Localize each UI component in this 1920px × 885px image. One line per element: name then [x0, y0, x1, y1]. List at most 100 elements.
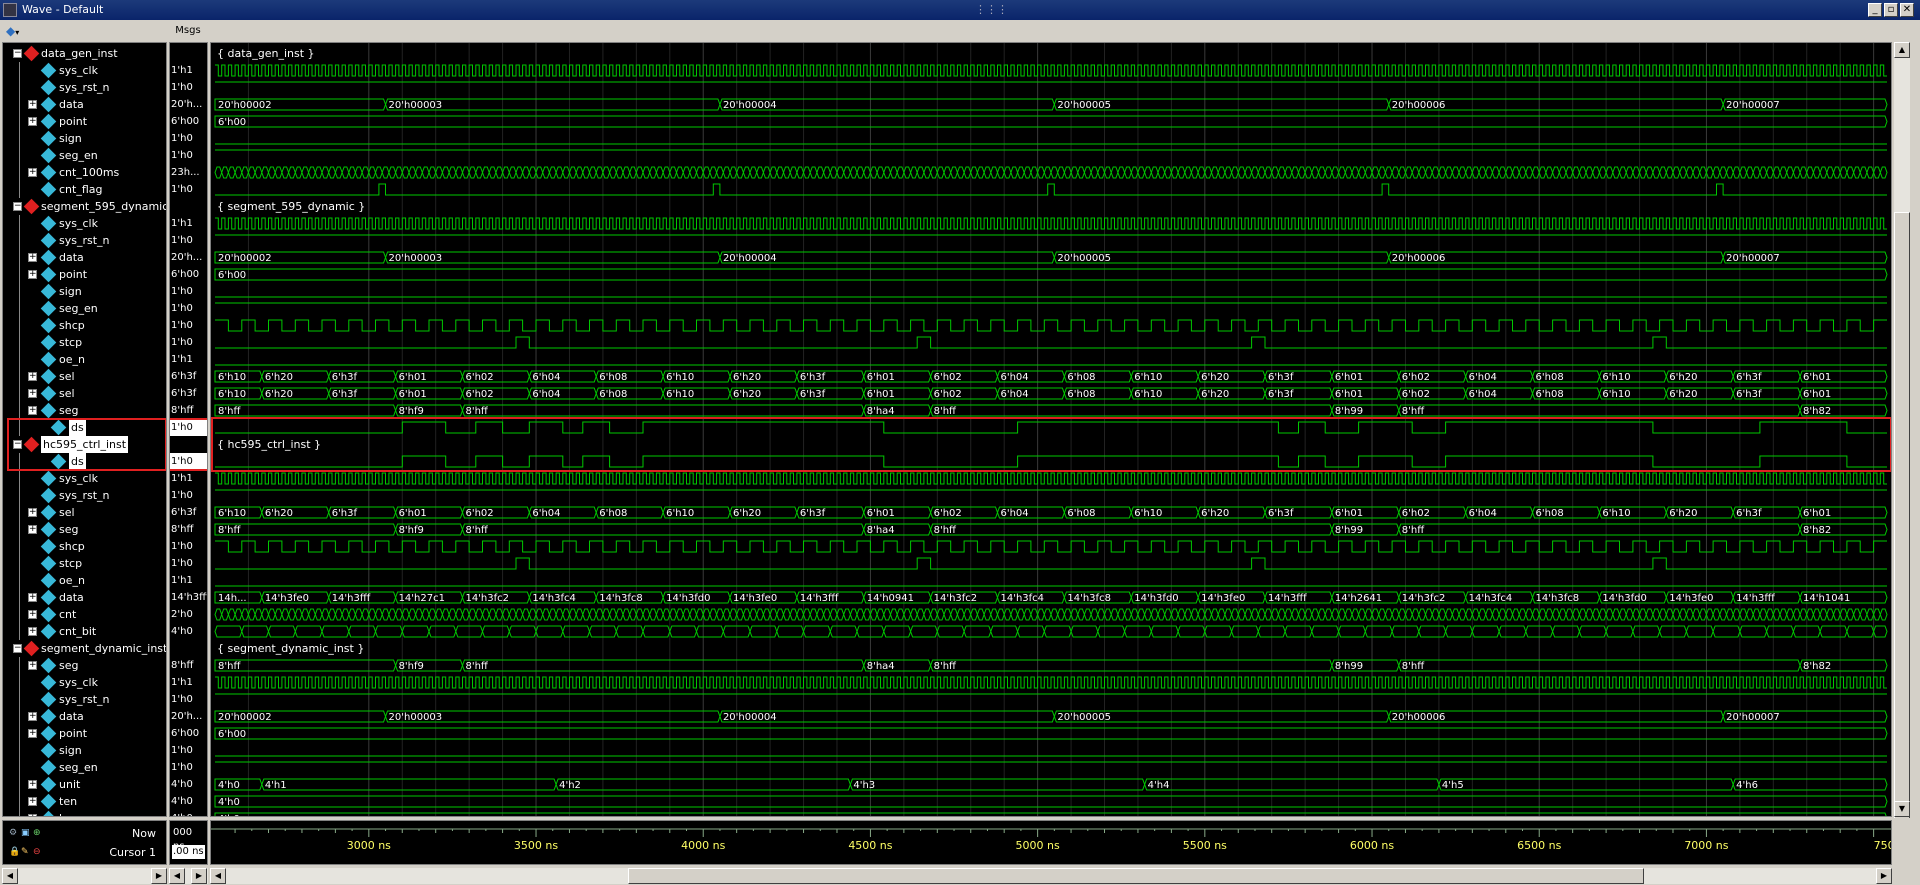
waveform-canvas[interactable]: { data_gen_inst } 20'h00002 20'h00003 20'h0…	[211, 43, 1892, 817]
expand-icon[interactable]: +	[28, 797, 37, 806]
bus-value-label: 6'h20	[1669, 372, 1697, 383]
signal-row[interactable]: sign	[3, 130, 166, 147]
expand-icon[interactable]: +	[28, 712, 37, 721]
signal-row[interactable]: ds	[3, 419, 166, 436]
name-hscrollbar[interactable]: ◀ ▶	[2, 868, 167, 884]
expand-icon[interactable]: +	[28, 661, 37, 670]
signal-row[interactable]: oe_n	[3, 572, 166, 589]
collapse-icon[interactable]: −	[13, 440, 22, 449]
signal-row[interactable]: sys_rst_n	[3, 691, 166, 708]
signal-row[interactable]: sys_clk	[3, 674, 166, 691]
signal-row[interactable]: sys_rst_n	[3, 487, 166, 504]
expand-icon[interactable]: +	[28, 389, 37, 398]
minimize-button[interactable]: _	[1868, 3, 1882, 17]
collapse-icon[interactable]: −	[13, 644, 22, 653]
signal-row[interactable]: ds	[3, 453, 166, 470]
signal-row[interactable]: sys_clk	[3, 62, 166, 79]
signal-row[interactable]: + sel	[3, 385, 166, 402]
signal-row[interactable]: stcp	[3, 334, 166, 351]
expand-icon[interactable]: +	[28, 627, 37, 636]
waveform-pane[interactable]: { data_gen_inst } 20'h00002 20'h00003 20'h0…	[210, 42, 1892, 817]
expand-icon[interactable]: +	[28, 508, 37, 517]
signal-row[interactable]: + cnt_100ms	[3, 164, 166, 181]
expand-icon[interactable]: +	[28, 117, 37, 126]
group-row[interactable]: − data_gen_inst	[3, 45, 166, 62]
signal-row[interactable]: + cnt	[3, 606, 166, 623]
scroll-left-arrow-icon[interactable]: ◀	[2, 868, 18, 884]
signal-row[interactable]: + seg	[3, 657, 166, 674]
group-row[interactable]: − hc595_ctrl_inst	[3, 436, 166, 453]
value-hscrollbar[interactable]: ◀ ▶	[169, 868, 208, 884]
signal-row[interactable]: sys_rst_n	[3, 79, 166, 96]
signal-row[interactable]: + cnt_bit	[3, 623, 166, 640]
signal-row[interactable]: stcp	[3, 555, 166, 572]
signal-row[interactable]: + point	[3, 113, 166, 130]
group-row[interactable]: − segment_dynamic_inst	[3, 640, 166, 657]
scroll-right-arrow-icon[interactable]: ▶	[191, 868, 207, 884]
signal-row[interactable]: + sel	[3, 504, 166, 521]
signal-row[interactable]: shcp	[3, 538, 166, 555]
expand-icon[interactable]: +	[28, 372, 37, 381]
expand-icon[interactable]: +	[28, 100, 37, 109]
expand-icon[interactable]: +	[28, 406, 37, 415]
expand-icon[interactable]: +	[28, 610, 37, 619]
expand-icon[interactable]: +	[28, 780, 37, 789]
signal-row[interactable]: + sel	[3, 368, 166, 385]
signal-row[interactable]: sys_clk	[3, 470, 166, 487]
time-axis[interactable]: 3000 ns 3500 ns 4000 ns 4500 ns 5000 ns 5500 …	[210, 820, 1892, 865]
signal-row[interactable]: + data	[3, 249, 166, 266]
signal-row[interactable]: + data	[3, 589, 166, 606]
wave-tool-dropdown[interactable]: ◆▾	[6, 23, 38, 39]
signal-row[interactable]: sign	[3, 742, 166, 759]
expand-icon[interactable]: +	[28, 270, 37, 279]
signal-row[interactable]: shcp	[3, 317, 166, 334]
drag-grip-icon[interactable]: ⋮⋮⋮	[975, 0, 1008, 20]
signal-row[interactable]: + seg	[3, 521, 166, 538]
collapse-icon[interactable]: −	[13, 49, 22, 58]
group-row[interactable]: − segment_595_dynamic	[3, 198, 166, 215]
wave-hscrollbar[interactable]: ◀ ▶	[210, 868, 1892, 884]
signal-row[interactable]: + unit	[3, 776, 166, 793]
signal-row[interactable]: seg_en	[3, 300, 166, 317]
signal-row[interactable]: cnt_flag	[3, 181, 166, 198]
expand-icon[interactable]: +	[28, 253, 37, 262]
signal-row[interactable]: + point	[3, 266, 166, 283]
close-button[interactable]: ✕	[1900, 3, 1914, 17]
signal-row[interactable]: oe_n	[3, 351, 166, 368]
expand-icon[interactable]: +	[28, 525, 37, 534]
add-icon[interactable]: ⊕	[33, 828, 43, 838]
signal-name-pane[interactable]: − data_gen_inst sys_clk sys_rst_n + data + poin…	[2, 42, 167, 817]
scroll-right-arrow-icon[interactable]: ▶	[1876, 868, 1892, 884]
lock-icon[interactable]: 🔒	[9, 847, 20, 857]
signal-row[interactable]: sys_rst_n	[3, 232, 166, 249]
expand-icon[interactable]: +	[28, 814, 37, 816]
expand-icon[interactable]: +	[28, 729, 37, 738]
vertical-scrollbar[interactable]: ▲ ▼	[1894, 42, 1910, 852]
signal-row[interactable]: + seg	[3, 402, 166, 419]
restore-button[interactable]: ▫	[1884, 3, 1898, 17]
expand-icon[interactable]: +	[28, 593, 37, 602]
signal-row[interactable]: + point	[3, 725, 166, 742]
scroll-down-arrow-icon[interactable]: ▼	[1894, 801, 1910, 817]
collapse-icon[interactable]: −	[13, 202, 22, 211]
horizontal-scroll-thumb[interactable]	[628, 868, 1644, 884]
signal-row[interactable]: + data	[3, 708, 166, 725]
signal-row[interactable]: seg_en	[3, 759, 166, 776]
cursor-icon[interactable]: ✎	[21, 847, 31, 857]
signal-value-pane[interactable]: 1'h1 1'h0 20'h... 6'h00 1'h0 1'h0 23h... 1'h0 1'…	[169, 42, 208, 817]
scroll-up-arrow-icon[interactable]: ▲	[1894, 42, 1910, 58]
bus-value-label: 8'hff	[1402, 525, 1425, 536]
scroll-left-arrow-icon[interactable]: ◀	[210, 868, 226, 884]
expand-icon[interactable]: +	[28, 168, 37, 177]
vertical-scroll-thumb[interactable]	[1894, 212, 1910, 852]
delete-cursor-icon[interactable]: ⊖	[33, 847, 43, 857]
scroll-left-arrow-icon[interactable]: ◀	[169, 868, 185, 884]
signal-row[interactable]: + ten	[3, 793, 166, 810]
signal-row[interactable]: sys_clk	[3, 215, 166, 232]
clock-wave	[215, 319, 1887, 332]
signal-row[interactable]: + hun	[3, 810, 166, 816]
signal-row[interactable]: + data	[3, 96, 166, 113]
signal-row[interactable]: sign	[3, 283, 166, 300]
scroll-right-arrow-icon[interactable]: ▶	[151, 868, 167, 884]
signal-row[interactable]: seg_en	[3, 147, 166, 164]
